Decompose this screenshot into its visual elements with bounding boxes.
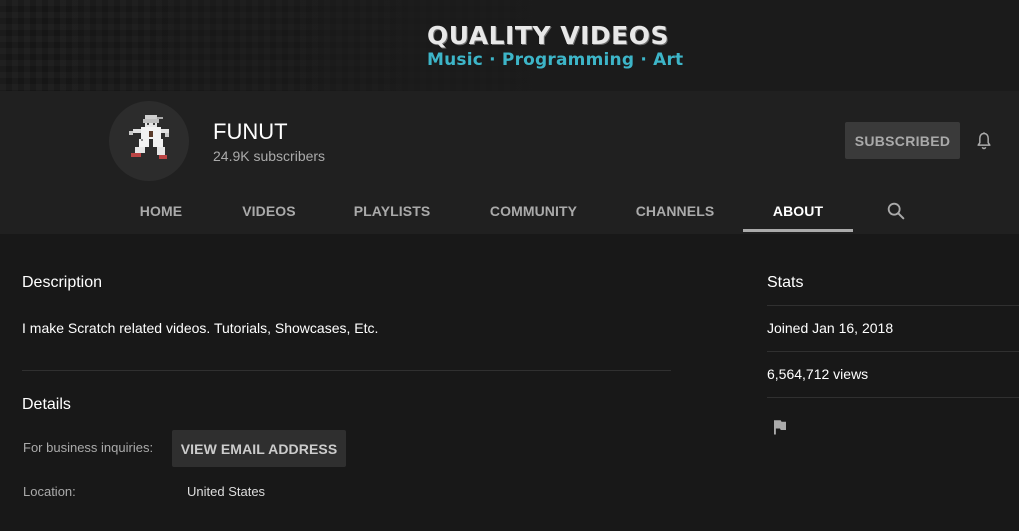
tab-playlists[interactable]: PLAYLISTS (346, 187, 438, 234)
tab-home[interactable]: HOME (130, 187, 192, 234)
bell-icon[interactable] (974, 131, 994, 151)
tab-about[interactable]: ABOUT (743, 187, 853, 234)
channel-name: FUNUT (213, 119, 288, 144)
channel-tabs: HOME VIDEOS PLAYLISTS COMMUNITY CHANNELS… (0, 187, 1019, 234)
stats-divider-3 (767, 397, 1019, 398)
about-content: Description I make Scratch related video… (0, 234, 1019, 531)
pixel-ninja-avatar-icon (129, 115, 169, 159)
channel-header: FUNUT 24.9K subscribers SUBSCRIBED HOME … (0, 91, 1019, 234)
avatar[interactable] (109, 101, 189, 181)
banner-title: QUALITY VIDEOS (427, 21, 669, 50)
search-icon[interactable] (885, 200, 907, 222)
banner-subtitle: Music · Programming · Art (427, 50, 684, 70)
stats-heading: Stats (767, 274, 804, 291)
stats-divider-2 (767, 351, 1019, 352)
flag-icon[interactable] (771, 418, 789, 436)
channel-banner: QUALITY VIDEOS Music · Programming · Art (0, 0, 1019, 91)
tab-community[interactable]: COMMUNITY (482, 187, 585, 234)
tab-channels[interactable]: CHANNELS (628, 187, 722, 234)
location-label: Location: (23, 484, 76, 499)
description-divider (22, 370, 671, 371)
subscriber-count: 24.9K subscribers (213, 148, 326, 164)
joined-date: Joined Jan 16, 2018 (767, 320, 894, 336)
view-email-button[interactable]: VIEW EMAIL ADDRESS (172, 430, 346, 467)
tab-videos[interactable]: VIDEOS (236, 187, 302, 234)
stats-divider-1 (767, 305, 1019, 306)
business-inquiries-label: For business inquiries: (23, 440, 154, 455)
details-heading: Details (22, 396, 71, 413)
location-value: United States (187, 484, 266, 499)
description-text: I make Scratch related videos. Tutorials… (22, 320, 379, 336)
description-heading: Description (22, 274, 103, 291)
view-count: 6,564,712 views (767, 366, 869, 382)
subscribed-button[interactable]: SUBSCRIBED (845, 122, 960, 159)
